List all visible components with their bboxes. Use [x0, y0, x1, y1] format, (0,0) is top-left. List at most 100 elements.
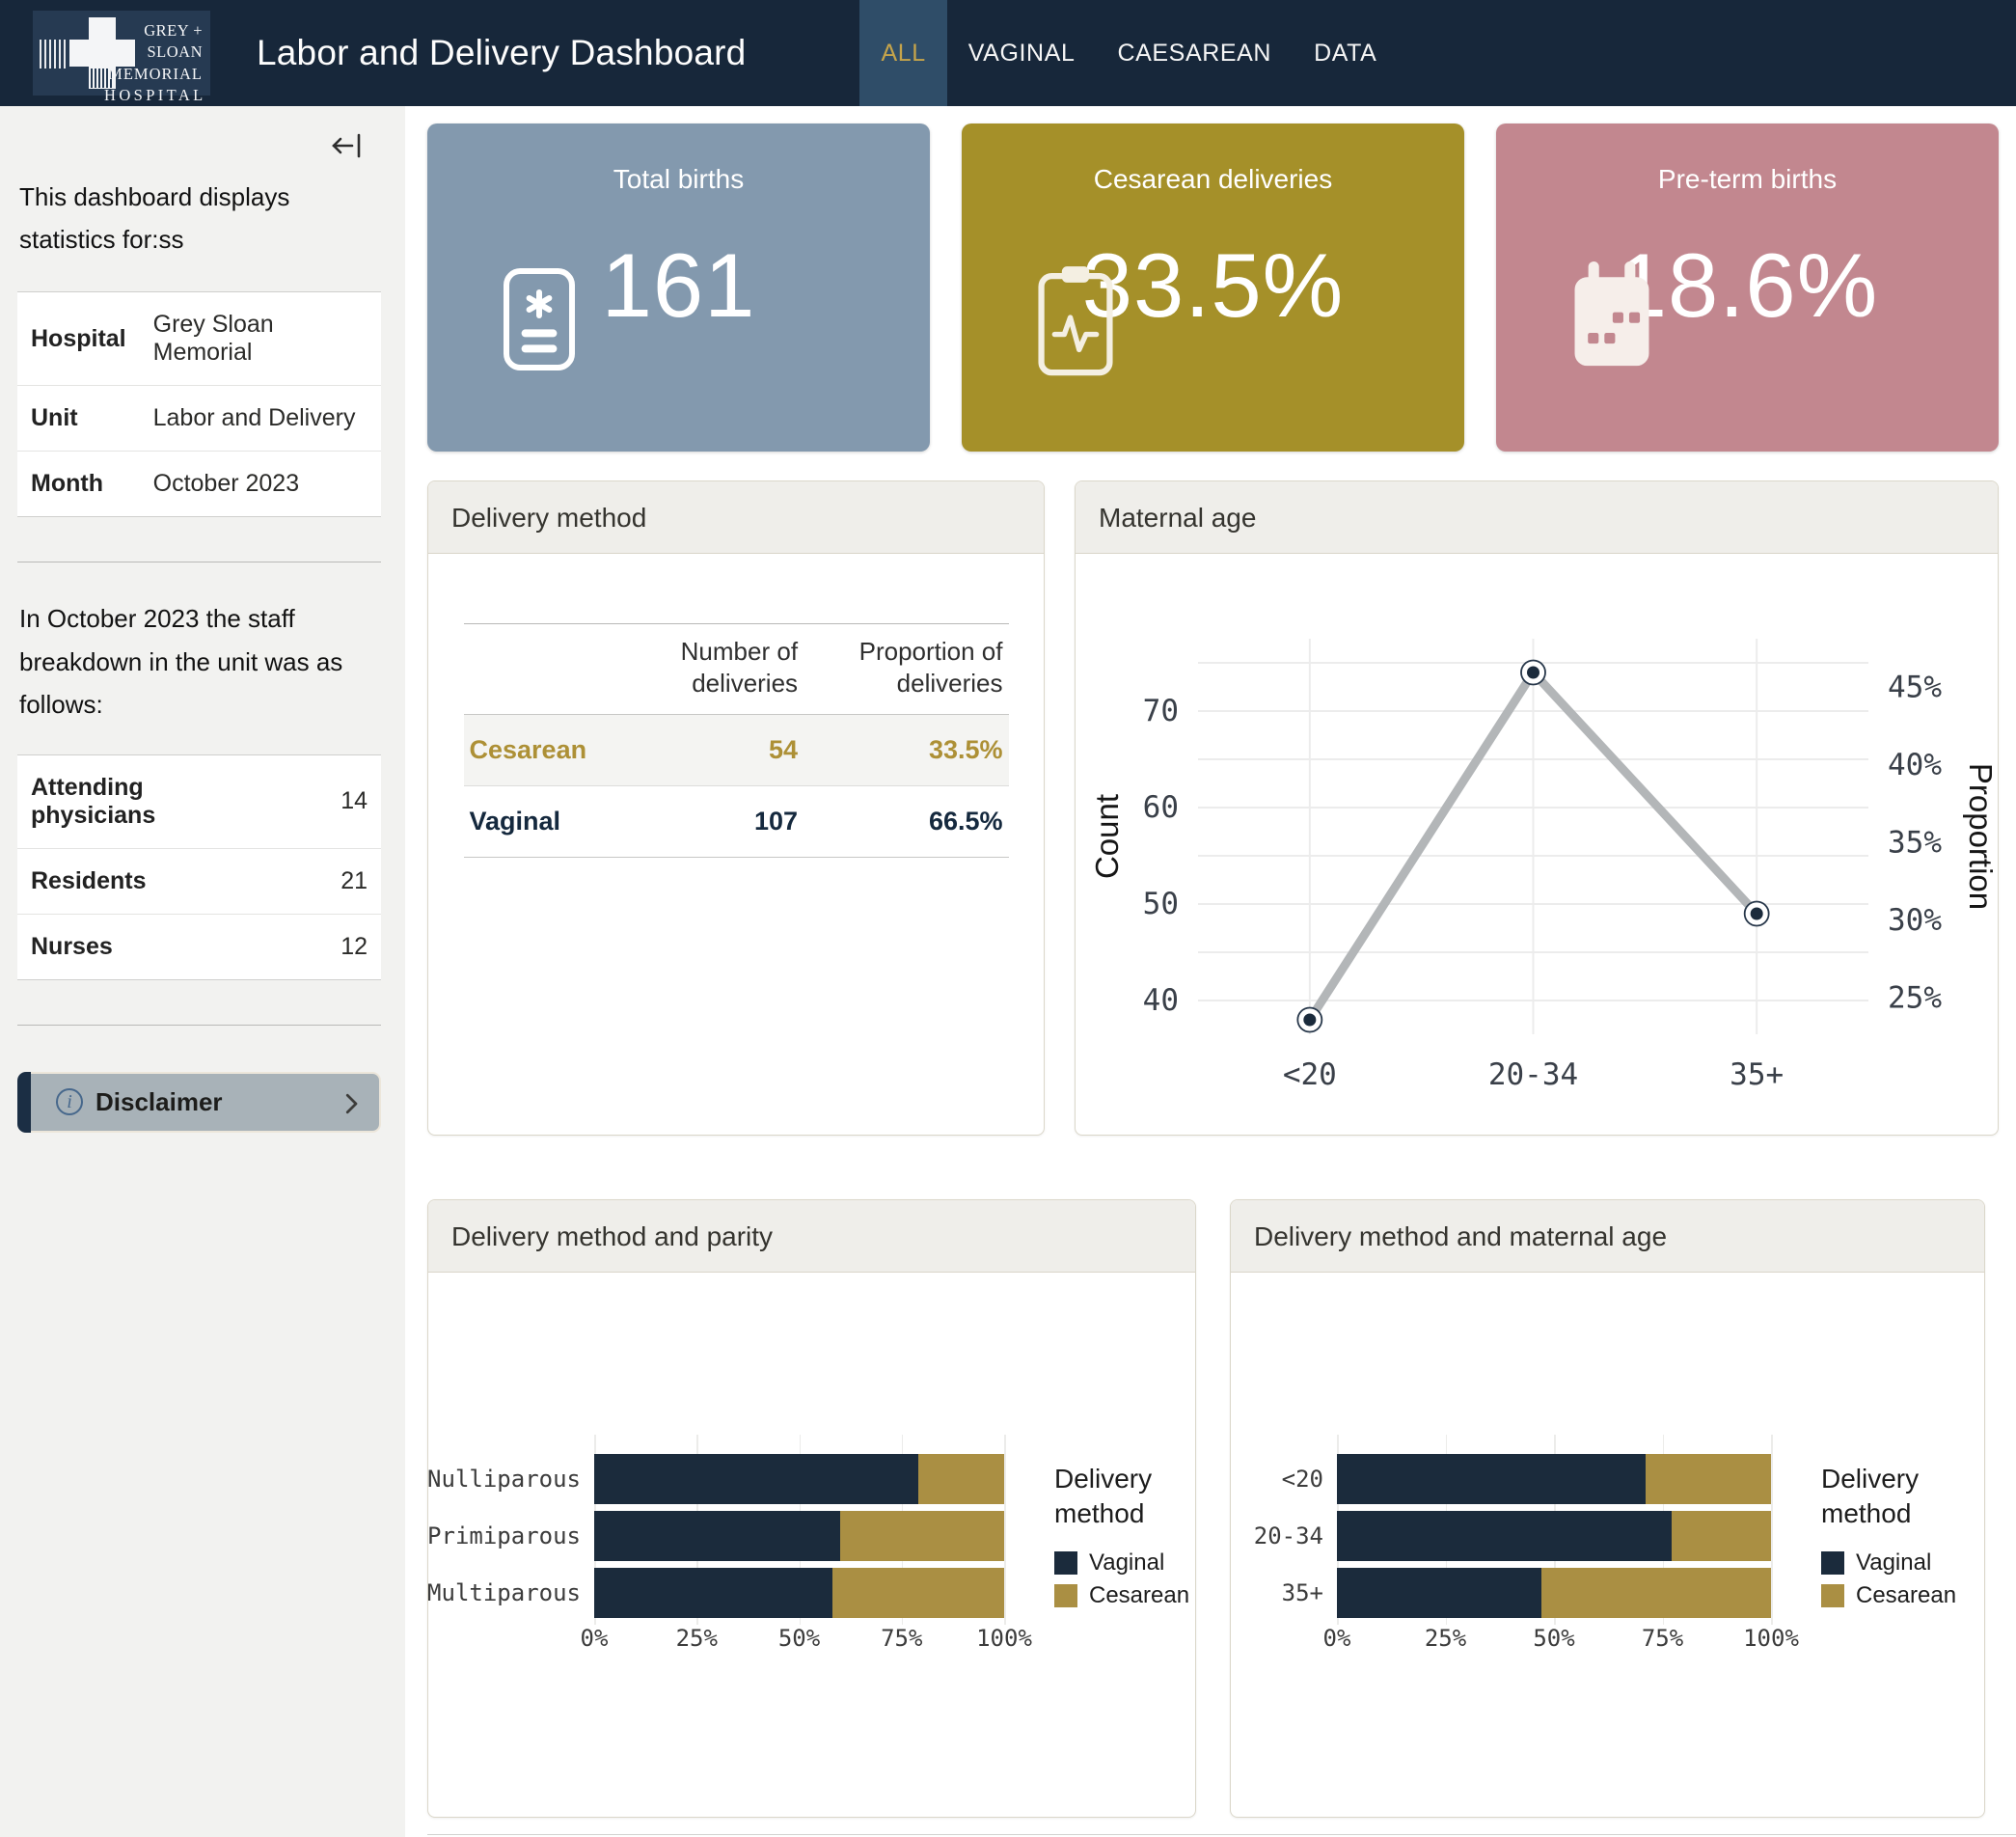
- x-axis-tick: 100%: [976, 1625, 1032, 1652]
- row-label: Unit: [17, 386, 140, 452]
- legend-item-vaginal: Vaginal: [1821, 1549, 1956, 1577]
- proportion-of-deliveries: 33.5%: [804, 715, 1008, 786]
- y-axis-tick: 50: [1143, 887, 1179, 921]
- number-of-deliveries: 107: [634, 786, 804, 858]
- bar-segment-vaginal[interactable]: [594, 1454, 918, 1504]
- disclaimer-button[interactable]: i Disclaimer: [17, 1072, 381, 1133]
- y-axis-tick: 20-34: [1231, 1511, 1337, 1561]
- main-bottom-divider: [427, 1834, 2016, 1835]
- x-axis-tick: 25%: [676, 1625, 718, 1652]
- collapse-sidebar-icon[interactable]: [331, 131, 364, 160]
- x-axis-tick: 0%: [1323, 1625, 1351, 1652]
- y2-axis-tick: 40%: [1888, 748, 1942, 782]
- bar-<20: [1337, 1454, 1771, 1504]
- charts-row-1: Delivery method Number of deliveriesProp…: [427, 480, 1999, 1136]
- row-label: Month: [17, 452, 140, 517]
- bar-segment-cesarean[interactable]: [918, 1454, 1004, 1504]
- legend-swatch: [1054, 1551, 1077, 1575]
- disclaimer-label: Disclaimer: [95, 1087, 223, 1117]
- parity-stacked-bar-chart: NulliparousPrimiparousMultiparous0%25%50…: [428, 1435, 1195, 1658]
- nav-tab-all[interactable]: ALL: [859, 0, 946, 106]
- bar-segment-cesarean[interactable]: [1672, 1511, 1772, 1561]
- gridline: [1004, 1435, 1006, 1625]
- legend-swatch: [1821, 1584, 1844, 1607]
- table-row: HospitalGrey Sloan Memorial: [17, 292, 381, 386]
- column-header: Proportion of deliveries: [804, 624, 1008, 715]
- clipboard-pulse-icon: [1027, 259, 1124, 387]
- hospital-logo: GREY + SLOAN MEMORIAL HOSPITAL: [33, 11, 210, 96]
- sidebar-collapse-row: [17, 106, 381, 168]
- column-header: [464, 624, 634, 715]
- info-icon: i: [56, 1088, 83, 1115]
- age-stacked-bar-chart: <2020-3435+0%25%50%75%100%Deliverymethod…: [1231, 1435, 1984, 1658]
- bar-plot-area: 0%25%50%75%100%: [594, 1435, 1004, 1658]
- logo-barcode-stripes-icon: [40, 40, 68, 69]
- card-title: Delivery method: [428, 481, 1044, 554]
- y2-axis-tick: 25%: [1888, 981, 1942, 1016]
- y2-axis-title: Proportion: [1963, 763, 1994, 910]
- card-title: Delivery method and maternal age: [1231, 1200, 1984, 1273]
- page-title: Labor and Delivery Dashboard: [257, 33, 746, 73]
- bar-segment-vaginal[interactable]: [594, 1511, 840, 1561]
- value-box-title: Pre-term births: [1496, 164, 1999, 195]
- bar-segment-vaginal[interactable]: [1337, 1454, 1646, 1504]
- row-label: Residents: [17, 848, 169, 914]
- charts-row-2: Delivery method and parity NulliparousPr…: [427, 1199, 1999, 1818]
- bar-segment-cesarean[interactable]: [1541, 1568, 1772, 1618]
- row-value: 14: [169, 754, 381, 848]
- data-point-dot: [1527, 667, 1539, 679]
- calendar-week-icon: [1562, 259, 1662, 383]
- x-axis-tick: 75%: [881, 1625, 922, 1652]
- main-content: Total births 161 Cesarean deliveries: [405, 106, 2016, 1837]
- gridline: [1771, 1435, 1773, 1625]
- bar-segment-vaginal[interactable]: [1337, 1568, 1541, 1618]
- bar-segment-vaginal[interactable]: [594, 1568, 832, 1618]
- staff-intro-text: In October 2023 the staff breakdown in t…: [19, 597, 381, 726]
- y-axis-labels: NulliparousPrimiparousMultiparous: [428, 1435, 594, 1625]
- nav-tab-data[interactable]: DATA: [1293, 0, 1398, 106]
- logo-line: HOSPITAL: [104, 86, 206, 104]
- chevron-right-icon: [337, 1089, 366, 1118]
- x-axis: 0%25%50%75%100%: [594, 1625, 1004, 1658]
- y-axis-title: Count: [1089, 794, 1125, 879]
- bar-segment-vaginal[interactable]: [1337, 1511, 1672, 1561]
- legend-item-vaginal: Vaginal: [1054, 1549, 1189, 1577]
- logo-line: GREY + SLOAN: [144, 21, 203, 61]
- table-row: UnitLabor and Delivery: [17, 386, 381, 452]
- bar-segment-cesarean[interactable]: [832, 1568, 1005, 1618]
- bar-primiparous: [594, 1511, 1004, 1561]
- row-value: 21: [169, 848, 381, 914]
- column-header: Number of deliveries: [634, 624, 804, 715]
- bar-20-34: [1337, 1511, 1771, 1561]
- sidebar-intro-text: This dashboard displays statistics for:s…: [19, 176, 381, 260]
- row-label: Nurses: [17, 914, 169, 979]
- bar-segment-cesarean[interactable]: [840, 1511, 1004, 1561]
- y-axis-tick: 70: [1143, 694, 1179, 728]
- row-value: 12: [169, 914, 381, 979]
- card-delivery-parity: Delivery method and parity NulliparousPr…: [427, 1199, 1196, 1818]
- nav-tab-vaginal[interactable]: VAGINAL: [947, 0, 1097, 106]
- nav-tab-caesarean[interactable]: CAESAREAN: [1096, 0, 1293, 106]
- table-row: Nurses12: [17, 914, 381, 979]
- legend: DeliverymethodVaginalCesarean: [1054, 1435, 1189, 1615]
- x-axis-tick: 75%: [1642, 1625, 1683, 1652]
- x-axis-tick: 25%: [1425, 1625, 1466, 1652]
- x-axis: 0%25%50%75%100%: [1337, 1625, 1771, 1658]
- file-medical-icon: [493, 259, 586, 385]
- number-of-deliveries: 54: [634, 715, 804, 786]
- row-label: Hospital: [17, 292, 140, 386]
- y2-axis-tick: 30%: [1888, 903, 1942, 938]
- table-row: Residents21: [17, 848, 381, 914]
- legend-label: Vaginal: [1856, 1549, 1931, 1577]
- y-axis-tick: Multiparous: [428, 1568, 594, 1618]
- bar-segment-cesarean[interactable]: [1646, 1454, 1772, 1504]
- logo-text: GREY + SLOAN MEMORIAL HOSPITAL: [104, 20, 203, 107]
- data-point-dot: [1751, 908, 1763, 920]
- y-axis-tick: <20: [1231, 1454, 1337, 1504]
- bar-chart: <2020-3435+0%25%50%75%100%Deliverymethod…: [1231, 1435, 1984, 1658]
- value-box-total-births: Total births 161: [427, 123, 930, 452]
- card-title: Delivery method and parity: [428, 1200, 1195, 1273]
- table-row: Attending physicians14: [17, 754, 381, 848]
- value-box-title: Total births: [427, 164, 930, 195]
- legend-label: Vaginal: [1089, 1549, 1164, 1577]
